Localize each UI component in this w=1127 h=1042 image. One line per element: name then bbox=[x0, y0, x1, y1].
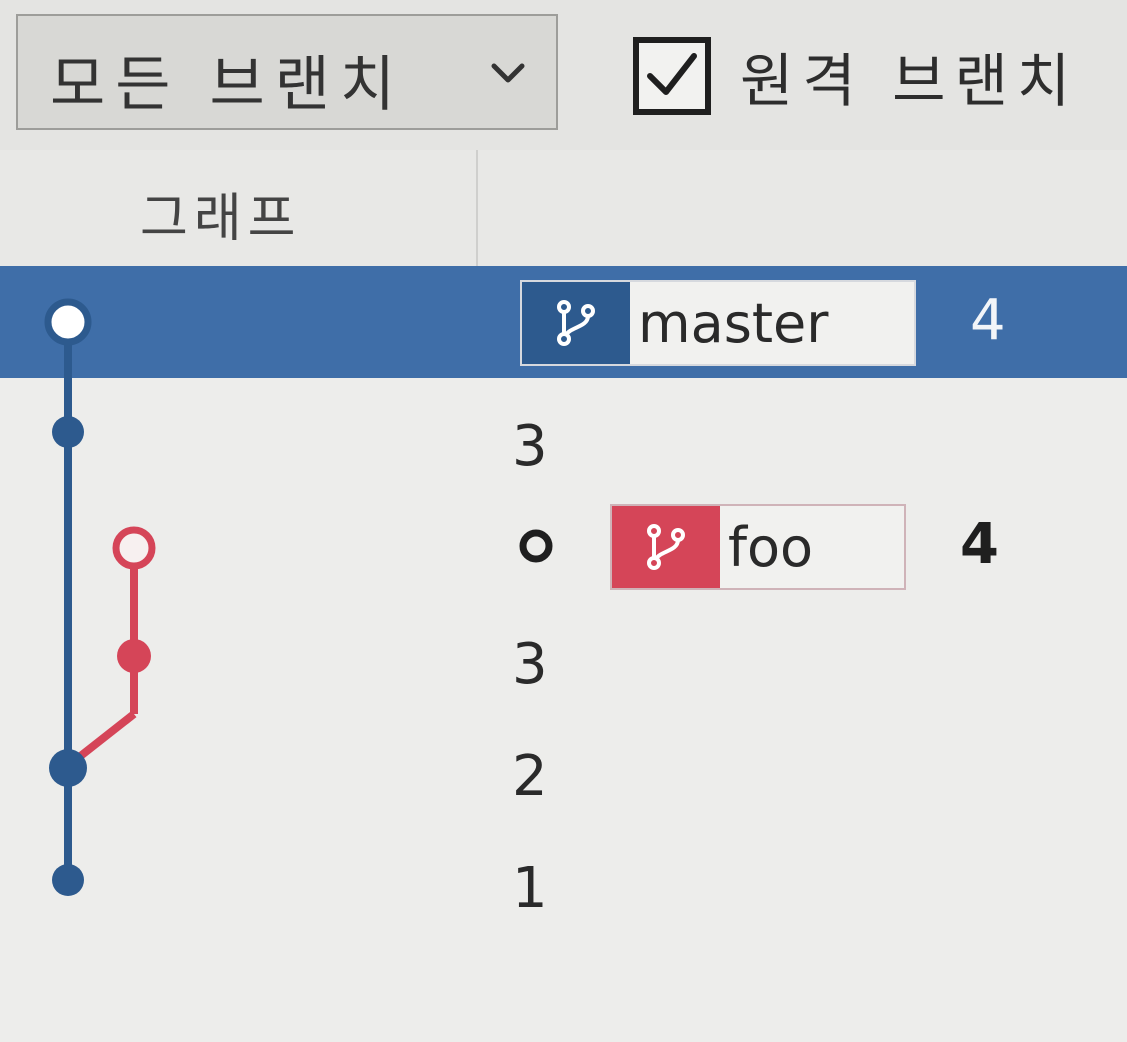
commit-list: master 4 3 foo 4 3 2 1 bbox=[0, 266, 1127, 1042]
commit-message: 3 bbox=[512, 414, 548, 479]
commit-node bbox=[117, 639, 151, 673]
commit-node bbox=[49, 749, 87, 787]
foo-merge-line bbox=[75, 710, 137, 762]
commit-graph bbox=[44, 298, 156, 896]
remote-branches-label[interactable]: 원격 브랜치 bbox=[740, 34, 1079, 118]
commit-node bbox=[52, 416, 84, 448]
chevron-down-icon bbox=[491, 63, 525, 83]
commit-node bbox=[44, 298, 92, 346]
commit-node bbox=[112, 526, 156, 570]
branch-filter-dropdown[interactable]: 모든 브랜치 bbox=[16, 14, 558, 130]
graph-column-header[interactable]: 그래프 bbox=[0, 150, 478, 266]
branch-icon bbox=[612, 506, 720, 588]
current-commit-marker-icon bbox=[519, 529, 553, 563]
commit-trailing-value: 4 bbox=[970, 288, 1006, 353]
remote-branches-checkbox[interactable] bbox=[632, 36, 712, 116]
branch-filter-value: 모든 브랜치 bbox=[50, 50, 406, 120]
graph-column-label: 그래프 bbox=[140, 189, 302, 249]
commit-trailing-value: 4 bbox=[960, 512, 999, 577]
commit-message: 2 bbox=[512, 744, 548, 809]
branch-tag-label: foo bbox=[720, 506, 904, 588]
branch-tag-label: master bbox=[630, 282, 914, 364]
commit-node bbox=[52, 864, 84, 896]
column-header: 그래프 bbox=[0, 150, 1127, 266]
toolbar: 모든 브랜치 원격 브랜치 bbox=[0, 0, 1127, 152]
branch-tag-master[interactable]: master bbox=[520, 280, 916, 366]
commit-message: 3 bbox=[512, 632, 548, 697]
commit-message: 1 bbox=[512, 856, 548, 921]
branch-tag-foo[interactable]: foo bbox=[610, 504, 906, 590]
branch-icon bbox=[522, 282, 630, 364]
